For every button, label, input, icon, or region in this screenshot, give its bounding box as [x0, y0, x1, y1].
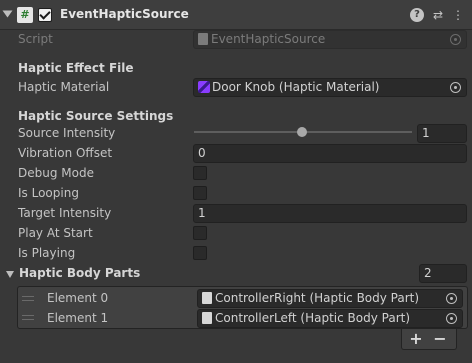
debug-mode-label: Debug Mode	[18, 166, 94, 180]
script-field[interactable]: EventHapticSource	[193, 30, 467, 49]
foldout-arrow-icon[interactable]	[2, 10, 13, 18]
haptic-material-icon	[198, 81, 210, 93]
haptic-body-parts-label: Haptic Body Parts	[19, 266, 141, 280]
object-picker-icon[interactable]	[450, 82, 461, 93]
section-haptic-source-settings: Haptic Source Settings	[18, 109, 174, 123]
script-icon: #	[17, 7, 33, 23]
body-part-file-icon	[202, 312, 212, 324]
more-options-icon[interactable]: ⋮	[450, 7, 466, 23]
is-playing-checkbox[interactable]	[193, 246, 207, 260]
body-parts-foldout-icon[interactable]	[6, 271, 14, 278]
haptic-material-field[interactable]: Door Knob (Haptic Material)	[193, 78, 467, 97]
element-1-label: Element 1	[47, 311, 109, 325]
body-part-file-icon	[202, 292, 212, 304]
source-intensity-input[interactable]: 1	[417, 124, 467, 143]
presets-icon[interactable]: ⇄	[430, 7, 446, 23]
body-parts-count-input[interactable]: 2	[419, 264, 467, 283]
component-enabled-checkbox[interactable]	[38, 8, 52, 22]
haptic-material-label: Haptic Material	[18, 80, 110, 94]
section-haptic-effect-file: Haptic Effect File	[18, 61, 134, 75]
target-intensity-input[interactable]: 1	[193, 204, 467, 223]
element-1-value: ControllerLeft (Haptic Body Part)	[215, 311, 411, 325]
remove-element-button[interactable]: −	[430, 330, 450, 348]
vibration-offset-input[interactable]: 0	[193, 144, 467, 163]
element-0-value: ControllerRight (Haptic Body Part)	[215, 291, 420, 305]
is-looping-checkbox[interactable]	[193, 186, 207, 200]
element-1-field[interactable]: ControllerLeft (Haptic Body Part)	[197, 309, 463, 328]
script-value: EventHapticSource	[211, 32, 326, 46]
haptic-material-value: Door Knob (Haptic Material)	[212, 80, 380, 94]
play-at-start-checkbox[interactable]	[193, 226, 207, 240]
script-label: Script	[18, 32, 53, 46]
element-0-field[interactable]: ControllerRight (Haptic Body Part)	[197, 289, 463, 308]
object-picker-icon[interactable]	[450, 34, 461, 45]
component-title: EventHapticSource	[60, 7, 189, 21]
is-looping-label: Is Looping	[18, 186, 79, 200]
vibration-offset-label: Vibration Offset	[18, 146, 113, 160]
list-footer: + −	[401, 329, 457, 350]
add-element-button[interactable]: +	[406, 330, 426, 348]
help-icon[interactable]: ?	[410, 8, 424, 22]
is-playing-label: Is Playing	[18, 246, 76, 260]
script-file-icon	[198, 33, 208, 45]
drag-handle-icon[interactable]	[22, 315, 34, 320]
play-at-start-label: Play At Start	[18, 226, 93, 240]
component-header: # EventHapticSource ? ⇄ ⋮	[0, 0, 472, 30]
object-picker-icon[interactable]	[446, 293, 457, 304]
target-intensity-label: Target Intensity	[18, 206, 112, 220]
source-intensity-slider-thumb[interactable]	[297, 127, 307, 137]
debug-mode-checkbox[interactable]	[193, 166, 207, 180]
object-picker-icon[interactable]	[446, 313, 457, 324]
source-intensity-label: Source Intensity	[18, 126, 116, 140]
drag-handle-icon[interactable]	[22, 296, 34, 301]
element-0-label: Element 0	[47, 291, 109, 305]
